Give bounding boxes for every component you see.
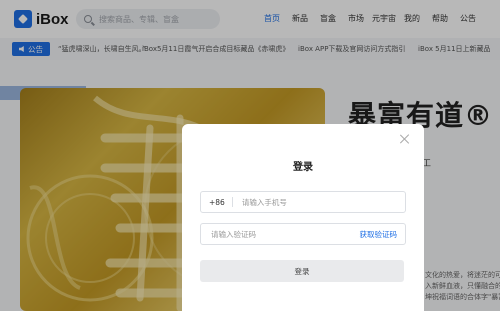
login-modal: 登录 +86 获取验证码 登录 xyxy=(182,124,424,311)
verification-code-input[interactable] xyxy=(209,228,343,240)
get-code-button[interactable]: 获取验证码 xyxy=(360,229,398,240)
login-button[interactable]: 登录 xyxy=(200,260,404,282)
verification-code-field[interactable]: 获取验证码 xyxy=(200,223,406,245)
country-code[interactable]: +86 xyxy=(209,198,225,207)
phone-field[interactable]: +86 xyxy=(200,191,406,213)
close-icon[interactable] xyxy=(399,133,411,145)
field-divider xyxy=(231,197,233,207)
phone-input[interactable] xyxy=(239,196,394,208)
modal-title: 登录 xyxy=(293,162,313,173)
